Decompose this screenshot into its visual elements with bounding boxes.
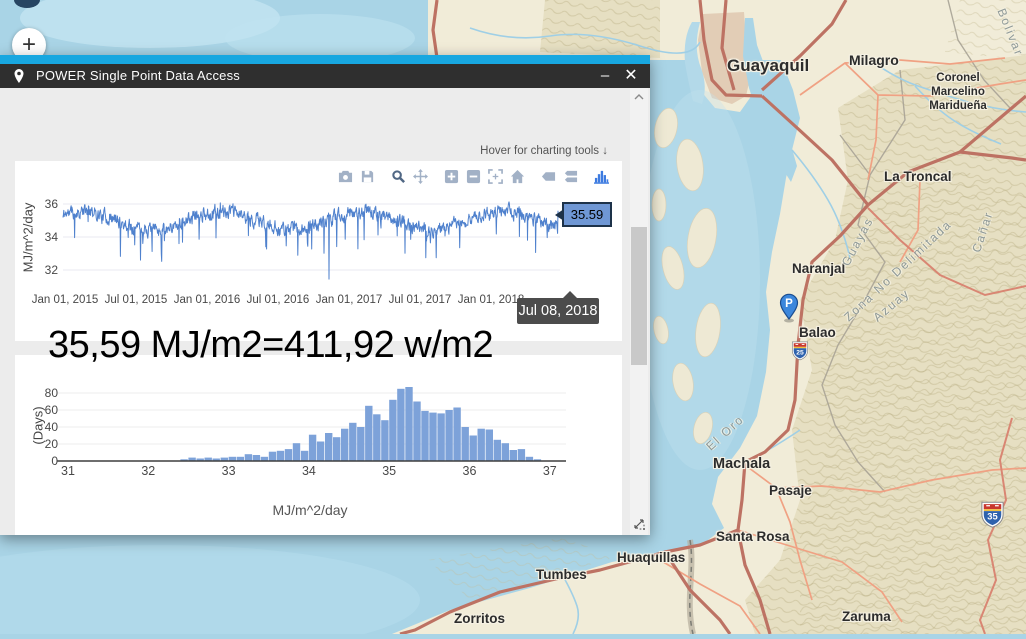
hover-compare-icon[interactable]	[560, 169, 580, 185]
pan-icon[interactable]	[410, 169, 430, 185]
dialog-body: Hover for charting tools ↓ MJ/m^2/day 36…	[0, 88, 650, 535]
ts-y-tick: 34	[38, 230, 58, 244]
save-icon[interactable]	[357, 169, 377, 185]
plotly-modebar	[0, 168, 612, 186]
ts-x-tick: Jul 01, 2016	[242, 294, 314, 306]
home-icon[interactable]	[507, 169, 527, 185]
ts-x-tick: Jan 01, 2015	[29, 294, 101, 306]
histogram-icon[interactable]	[591, 169, 611, 185]
hist-x-tick: 33	[217, 464, 241, 478]
hist-y-tick: 20	[34, 437, 58, 451]
minimize-button[interactable]: –	[594, 65, 616, 87]
hist-x-tick: 31	[56, 464, 80, 478]
tooltip-date-text: Jul 08, 2018	[518, 303, 597, 319]
zoom-icon[interactable]	[388, 169, 408, 185]
hist-x-tick: 36	[458, 464, 482, 478]
tooltip-arrow	[555, 209, 564, 221]
histogram-plot[interactable]	[0, 373, 630, 473]
autoscale-icon[interactable]	[485, 169, 505, 185]
dialog-titlebar[interactable]: POWER Single Point Data Access – ✕	[0, 64, 650, 88]
tooltip-caret	[563, 291, 577, 298]
location-pin-icon	[13, 68, 25, 84]
zoom-in-icon[interactable]	[441, 169, 461, 185]
dialog-scrollbar[interactable]	[630, 88, 648, 535]
scrollbar-thumb[interactable]	[631, 227, 647, 365]
hist-x-tick: 32	[136, 464, 160, 478]
zoom-out-icon[interactable]	[463, 169, 483, 185]
hist-y-tick: 40	[34, 420, 58, 434]
dialog-accent-bar	[0, 55, 650, 64]
ts-x-tick: Jan 01, 2016	[171, 294, 243, 306]
hist-y-tick: 80	[34, 386, 58, 400]
conversion-annotation: 35,59 MJ/m2=411,92 w/m2	[48, 324, 493, 367]
ts-x-tick: Jul 01, 2017	[384, 294, 456, 306]
ts-x-tick: Jul 01, 2015	[100, 294, 172, 306]
camera-icon[interactable]	[335, 169, 355, 185]
dialog-title: POWER Single Point Data Access	[36, 68, 240, 83]
hist-x-tick: 37	[538, 464, 562, 478]
hist-y-tick: 0	[34, 454, 58, 468]
dialog-resize-grip[interactable]	[632, 517, 648, 533]
ts-y-tick: 32	[38, 263, 58, 277]
hist-y-tick: 60	[34, 403, 58, 417]
hist-x-tick: 34	[297, 464, 321, 478]
timeseries-y-axis-title: MJ/m^2/day	[21, 188, 36, 288]
hist-x-tick: 35	[377, 464, 401, 478]
close-button[interactable]: ✕	[620, 65, 642, 87]
hover-closest-icon[interactable]	[538, 169, 558, 185]
scrollbar-up-arrow[interactable]	[630, 88, 648, 105]
ts-x-tick: Jan 01, 2017	[313, 294, 385, 306]
ts-y-tick: 36	[38, 197, 58, 211]
hover-tooltip-date: Jul 08, 2018	[517, 298, 599, 324]
tooltip-value-text: 35.59	[571, 207, 604, 222]
power-dialog: POWER Single Point Data Access – ✕ Hover…	[0, 55, 650, 535]
hover-tooltip-value: 35.59	[562, 202, 612, 227]
hover-hint-text: Hover for charting tools ↓	[480, 145, 608, 157]
histogram-x-axis-title: MJ/m^2/day	[240, 502, 380, 518]
